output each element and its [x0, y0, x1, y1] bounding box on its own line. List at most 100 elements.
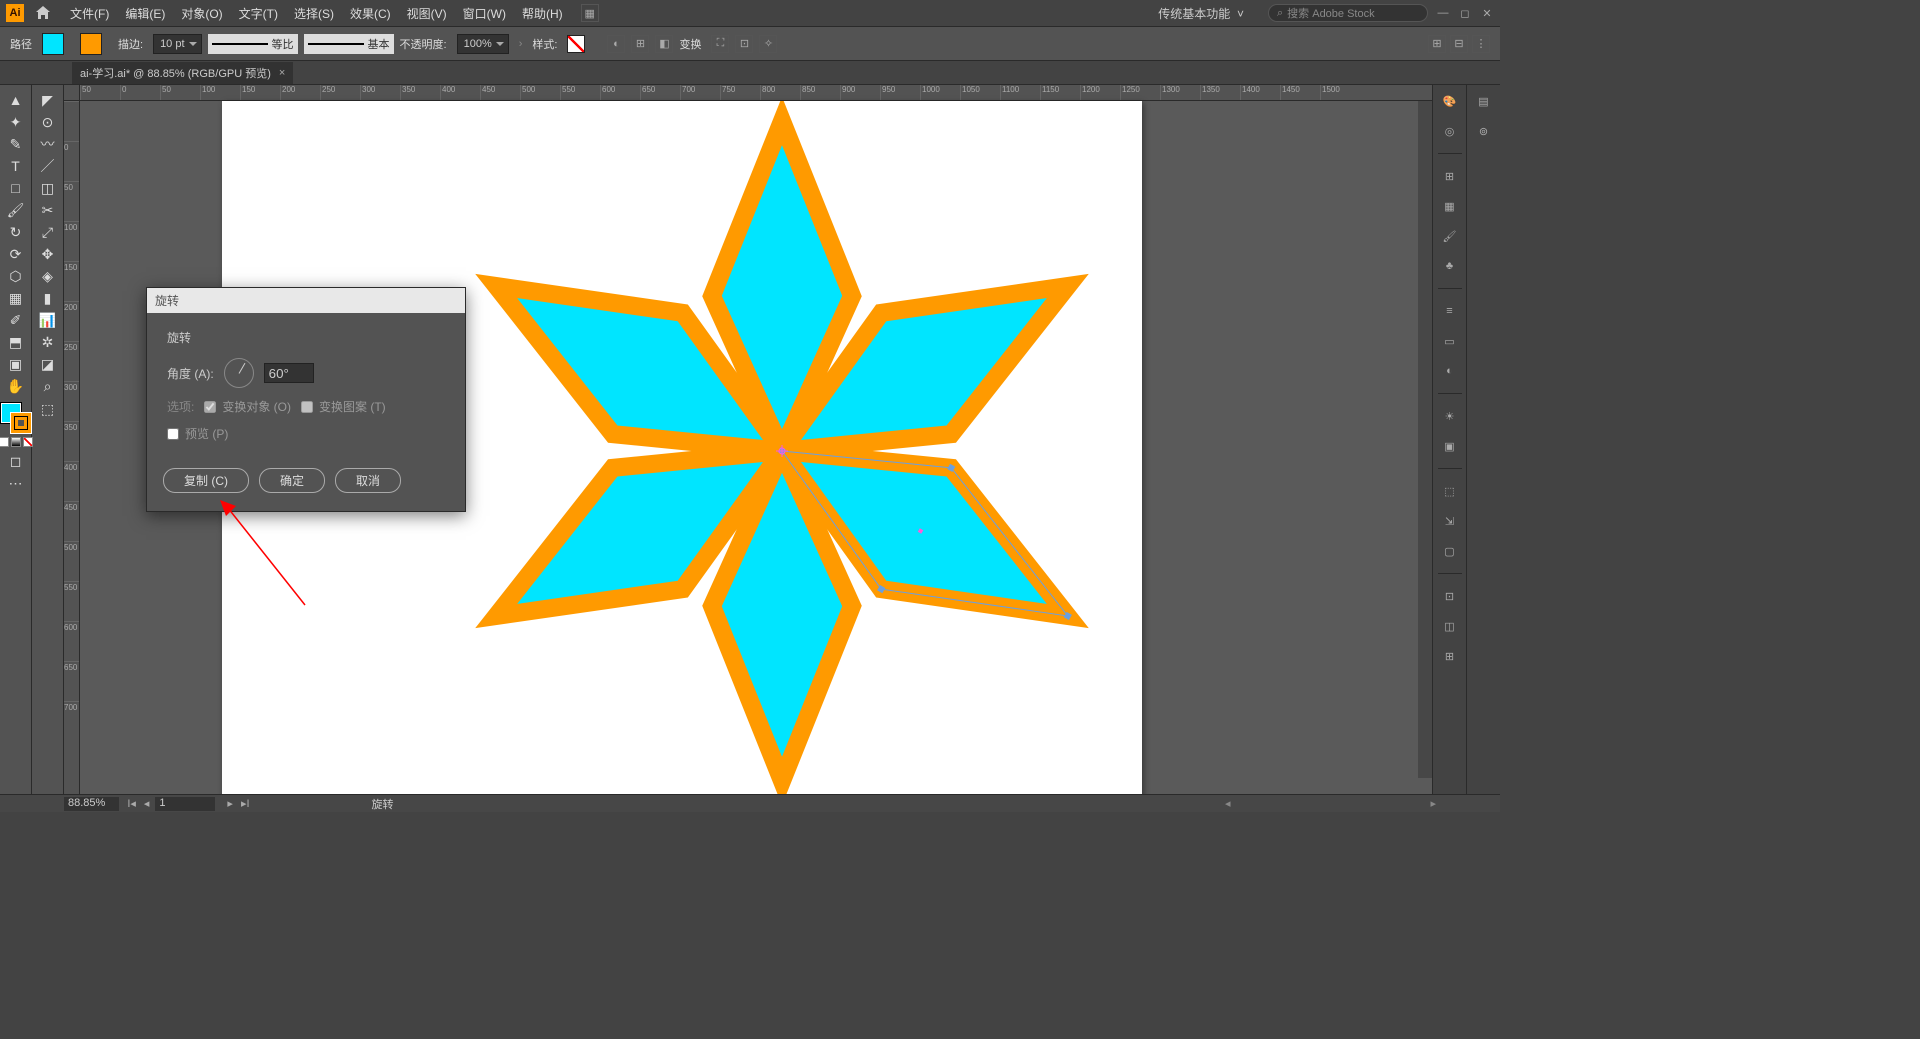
minimize-icon[interactable]: —	[1436, 6, 1450, 20]
artboards-panel-icon[interactable]: ▢	[1440, 541, 1460, 561]
graphic-styles-icon[interactable]: ▣	[1440, 436, 1460, 456]
curvature-tool[interactable]: 〰	[36, 134, 60, 154]
selection-tool[interactable]: ▲	[4, 90, 28, 110]
panel-icon-2[interactable]: ⊟	[1450, 35, 1468, 53]
gradient-tool[interactable]: ▮	[36, 288, 60, 308]
free-transform-tool[interactable]: ✥	[36, 244, 60, 264]
menu-select[interactable]: 选择(S)	[286, 5, 342, 22]
mode-color[interactable]	[0, 437, 9, 447]
transparency-icon[interactable]: ◐	[1440, 361, 1460, 381]
close-icon[interactable]: ✕	[1480, 6, 1494, 20]
nav-prev[interactable]: ◂	[142, 797, 152, 810]
cc-libraries-icon[interactable]: ◎	[1440, 121, 1460, 141]
rectangle-tool[interactable]: □	[4, 178, 28, 198]
cc-cloud-icon[interactable]: ⊚	[1474, 121, 1494, 141]
menu-edit[interactable]: 编辑(E)	[117, 5, 173, 22]
mode-none[interactable]	[23, 437, 33, 447]
blend-tool[interactable]: ⬒	[4, 332, 28, 352]
transform-panel-icon[interactable]: ⊞	[1440, 646, 1460, 666]
pathfinder-icon[interactable]: ◫	[1440, 616, 1460, 636]
color-panel-icon[interactable]: 🎨	[1440, 91, 1460, 111]
pen-tool[interactable]: ✎	[4, 134, 28, 154]
extra-tool[interactable]: ⬚	[36, 399, 60, 419]
scissors-tool[interactable]: ✂	[36, 200, 60, 220]
document-tab[interactable]: ai-学习.ai* @ 88.85% (RGB/GPU 预览) ×	[72, 62, 293, 84]
panel-icon-3[interactable]: ⋮	[1472, 35, 1490, 53]
properties-icon[interactable]: ⊞	[1440, 166, 1460, 186]
shape-icon[interactable]: ◧	[655, 35, 673, 53]
angle-input[interactable]	[264, 363, 314, 383]
align-icon[interactable]: ⊞	[631, 35, 649, 53]
stroke-profile-2[interactable]: 基本	[304, 34, 394, 54]
libraries-icon[interactable]: ▤	[1474, 91, 1494, 111]
shape-builder-tool[interactable]: ⬡	[4, 266, 28, 286]
eyedropper-tool[interactable]: ✐	[4, 310, 28, 330]
zoom-dropdown[interactable]: 88.85%	[64, 797, 119, 811]
preview-check[interactable]: 预览 (P)	[167, 425, 228, 442]
transform-label[interactable]: 变换	[679, 36, 701, 52]
screen-mode[interactable]: ◻	[4, 451, 28, 471]
ok-button[interactable]: 确定	[259, 468, 325, 493]
menu-help[interactable]: 帮助(H)	[514, 5, 571, 22]
arrange-docs-icon[interactable]: ▦	[581, 4, 599, 22]
workspace-dropdown[interactable]: 传统基本功能 ˅	[1152, 3, 1260, 24]
appearance-icon[interactable]: ☀	[1440, 406, 1460, 426]
opacity-dropdown[interactable]: 100%	[457, 34, 509, 54]
menu-file[interactable]: 文件(F)	[62, 5, 117, 22]
paintbrush-tool[interactable]: 🖌	[4, 200, 28, 220]
slice-tool[interactable]: ◪	[36, 354, 60, 374]
fill-swatch[interactable]	[42, 33, 64, 55]
transform-icon-2[interactable]: ⊡	[735, 35, 753, 53]
symbol-sprayer-tool[interactable]: ✲	[36, 332, 60, 352]
line-tool[interactable]: ／	[36, 156, 60, 176]
type-tool[interactable]: T	[4, 156, 28, 176]
scroll-h-left[interactable]: ◂	[1225, 797, 1231, 810]
rotate-tool[interactable]: ↻	[4, 222, 28, 242]
column-graph-tool[interactable]: 📊	[36, 310, 60, 330]
hand-tool[interactable]: ✋	[4, 376, 28, 396]
maximize-icon[interactable]: ◻	[1458, 6, 1472, 20]
recolor-icon[interactable]: ◐	[607, 35, 625, 53]
edit-toolbar[interactable]: ⋯	[4, 473, 28, 493]
direct-selection-tool[interactable]: ◤	[36, 90, 60, 110]
align-panel-icon[interactable]: ⊡	[1440, 586, 1460, 606]
artboard-num-dropdown[interactable]: 1	[155, 797, 215, 811]
scrollbar-v[interactable]	[1418, 101, 1432, 778]
copy-button[interactable]: 复制 (C)	[163, 468, 249, 493]
stroke-indicator[interactable]	[11, 413, 31, 433]
stroke-weight-dropdown[interactable]: 10 pt	[153, 34, 201, 54]
stroke-panel-icon[interactable]: ≡	[1440, 301, 1460, 321]
perspective-tool[interactable]: ◈	[36, 266, 60, 286]
swatches-icon[interactable]: ▦	[1440, 196, 1460, 216]
gradient-panel-icon[interactable]: ▭	[1440, 331, 1460, 351]
zoom-tool[interactable]: ⌕	[36, 376, 60, 396]
eraser-tool[interactable]: ◫	[36, 178, 60, 198]
menu-effect[interactable]: 效果(C)	[342, 5, 399, 22]
transform-icon-1[interactable]: ⛶	[711, 35, 729, 53]
nav-first[interactable]: I◂	[125, 797, 138, 810]
brushes-icon[interactable]: 🖌	[1440, 226, 1460, 246]
home-icon[interactable]	[34, 4, 52, 22]
asset-export-icon[interactable]: ⇲	[1440, 511, 1460, 531]
mesh-tool[interactable]: ▦	[4, 288, 28, 308]
dialog-titlebar[interactable]: 旋转	[147, 288, 465, 313]
nav-last[interactable]: ▸I	[239, 797, 252, 810]
lasso-tool[interactable]: ⊙	[36, 112, 60, 132]
menu-type[interactable]: 文字(T)	[231, 5, 286, 22]
fill-stroke-indicator[interactable]	[1, 403, 31, 433]
menu-view[interactable]: 视图(V)	[399, 5, 455, 22]
mode-gradient[interactable]	[11, 437, 21, 447]
menu-object[interactable]: 对象(O)	[173, 5, 230, 22]
tab-close-icon[interactable]: ×	[279, 67, 285, 79]
symbols-icon[interactable]: ♣	[1440, 256, 1460, 276]
stroke-swatch[interactable]	[80, 33, 102, 55]
scroll-h-right[interactable]: ▸	[1430, 797, 1436, 810]
search-input[interactable]: ⌕搜索 Adobe Stock	[1268, 4, 1428, 22]
menu-window[interactable]: 窗口(W)	[455, 5, 514, 22]
angle-dial[interactable]	[224, 358, 254, 388]
cancel-button[interactable]: 取消	[335, 468, 401, 493]
transform-icon-3[interactable]: ✧	[759, 35, 777, 53]
transform-patterns-check[interactable]: 变换图案 (T)	[301, 398, 386, 415]
transform-objects-check[interactable]: 变换对象 (O)	[204, 398, 291, 415]
width-tool[interactable]: ⟳	[4, 244, 28, 264]
